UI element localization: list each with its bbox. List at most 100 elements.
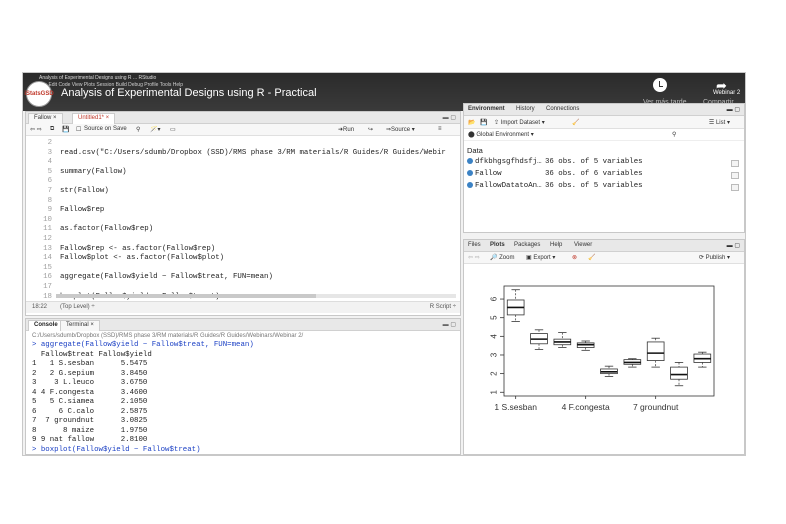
code-text[interactable]: summary(Fallow) [60, 168, 127, 176]
export-label: Export [533, 255, 551, 261]
code-text[interactable]: Fallow$plot <- as.factor(Fallow$plot) [60, 254, 224, 262]
line-number: 3 [47, 148, 52, 157]
code-line[interactable]: 2 [26, 139, 460, 149]
show-in-window-icon[interactable]: ⧉ [50, 126, 54, 133]
tab-console[interactable]: Console [28, 320, 64, 331]
files-minmax-icon[interactable]: ▬ ▢ [727, 242, 740, 249]
code-line[interactable]: 17 [26, 283, 460, 293]
tab-viewer[interactable]: Viewer [574, 242, 592, 248]
box-body [646, 341, 665, 361]
tab-environment[interactable]: Environment [468, 106, 505, 112]
clock-icon[interactable] [653, 78, 667, 92]
code-text[interactable]: str(Fallow) [60, 187, 109, 195]
source-button[interactable]: ⇒Source ▾ [386, 126, 415, 133]
tab-untitled1[interactable]: Untitled1* × [72, 113, 116, 124]
horizontal-scrollbar[interactable] [56, 294, 456, 298]
boxplot-chart: 1 2 3 4 5 6 1 S.sesban 4 F.congesta 7 groundnut [464, 268, 744, 454]
view-table-icon[interactable] [731, 160, 739, 167]
tab-packages[interactable]: Packages [514, 242, 540, 248]
zoom-button[interactable]: 🔎 Zoom [490, 254, 514, 261]
export-button[interactable]: ▣ Export ▾ [526, 254, 555, 261]
video-title[interactable]: Analysis of Experimental Designs using R… [61, 87, 317, 99]
publish-button[interactable]: ⟳ Publish ▾ [699, 254, 730, 261]
video-frame: Analysis of Experimental Designs using R… [0, 0, 786, 524]
console-command: > aggregate(Fallow$yield ~ Fallow$treat,… [32, 341, 254, 349]
code-line[interactable]: 11 as.factor(Fallow$rep) [26, 225, 460, 235]
save-workspace-icon[interactable]: 💾 [480, 119, 487, 126]
find-icon[interactable]: ⚲ [136, 126, 140, 133]
env-row-name: FallowDatatoAn… [475, 182, 542, 190]
code-editor[interactable]: 2 3 read.csv("C:/Users/sdumb/Dropbox (SSD)… [26, 137, 460, 310]
view-table-icon[interactable] [731, 184, 739, 191]
env-row-fallow[interactable]: Fallow 36 obs. of 6 variables [467, 170, 743, 181]
code-text[interactable]: Fallow$rep [60, 206, 104, 214]
code-text[interactable]: Fallow$rep <- as.factor(Fallow$rep) [60, 245, 215, 253]
code-line[interactable]: 9 Fallow$rep [26, 206, 460, 216]
code-line[interactable]: 7 str(Fallow) [26, 187, 460, 197]
code-text[interactable]: aggregate(Fallow$yield ~ Fallow$treat, F… [60, 273, 273, 281]
scope-selector[interactable]: (Top Level) ÷ [60, 304, 95, 310]
code-line[interactable]: 5 summary(Fallow) [26, 168, 460, 178]
channel-logo[interactable]: iStatsGSD [24, 81, 54, 107]
remove-plot-icon[interactable]: ⊗ [572, 254, 577, 261]
code-text[interactable]: as.factor(Fallow$rep) [60, 225, 153, 233]
code-line[interactable]: 8 [26, 197, 460, 207]
code-line[interactable]: 14 Fallow$plot <- as.factor(Fallow$plot) [26, 254, 460, 264]
code-line[interactable]: 13 Fallow$rep <- as.factor(Fallow$rep) [26, 245, 460, 255]
code-line[interactable]: 10 [26, 216, 460, 226]
list-view-button[interactable]: ☰ List ▾ [709, 119, 730, 126]
working-directory: C:/Users/sdumb/Dropbox (SSD)/RMS phase 3… [32, 333, 304, 339]
env-row-fallowdata[interactable]: FallowDatatoAn… 36 obs. of 5 variables [467, 182, 743, 193]
expand-icon[interactable] [467, 182, 473, 189]
tab-terminal[interactable]: Terminal × [60, 320, 100, 331]
env-search-icon[interactable]: ⚲ [672, 131, 676, 138]
line-number: 2 [47, 139, 52, 147]
compile-report-icon[interactable]: ▭ [170, 126, 176, 133]
source-toolbar: ⇦ ⇨ ⧉ 💾 ☐ Source on Save ⚲ 🪄▾ ▭ ➜Run ↪ ⇒… [26, 124, 460, 136]
code-line[interactable]: 6 [26, 177, 460, 187]
tab-help[interactable]: Help [550, 242, 562, 248]
code-line[interactable]: 3 read.csv("C:/Users/sdumb/Dropbox (SSD)/… [26, 149, 460, 159]
rerun-icon[interactable]: ↪ [368, 126, 373, 133]
open-icon[interactable]: 📂 [468, 119, 475, 126]
clear-plots-icon[interactable]: 🧹 [588, 254, 595, 261]
pane-minmax-icon[interactable]: ▬ ▢ [443, 114, 456, 121]
run-button[interactable]: ➜Run [338, 126, 354, 133]
clear-workspace-icon[interactable]: 🧹 [572, 119, 579, 126]
console-minmax-icon[interactable]: ▬ ▢ [443, 321, 456, 328]
view-table-icon[interactable] [731, 172, 739, 179]
source-on-save-checkbox[interactable]: ☐ [76, 126, 81, 133]
scroll-thumb[interactable] [56, 294, 316, 298]
tab-history[interactable]: History [516, 106, 535, 112]
tab-files[interactable]: Files [468, 242, 481, 248]
save-icon[interactable]: 💾 [62, 126, 69, 133]
code-text[interactable]: read.csv("C:/Users/sdumb/Dropbox (SSD)/R… [60, 149, 446, 157]
env-minmax-icon[interactable]: ▬ ▢ [727, 106, 740, 113]
file-type-selector[interactable]: R Script ÷ [430, 304, 456, 310]
console-output[interactable]: > aggregate(Fallow$yield ~ Fallow$treat,… [32, 341, 254, 455]
import-dataset-label: Import Dataset [500, 120, 541, 126]
expand-icon[interactable] [467, 170, 473, 177]
outline-icon[interactable]: ≡ [438, 126, 442, 132]
code-line[interactable]: 4 [26, 158, 460, 168]
code-line[interactable]: 12 [26, 235, 460, 245]
tab-plots[interactable]: Plots [490, 242, 505, 248]
code-line[interactable]: 16 aggregate(Fallow$yield ~ Fallow$treat,… [26, 273, 460, 283]
line-number: 13 [43, 244, 52, 253]
import-dataset-button[interactable]: ⇪ Import Dataset ▾ [494, 119, 545, 126]
line-number: 7 [47, 187, 52, 195]
line-number: 4 [47, 158, 52, 167]
global-env-dropdown[interactable]: ⬤ Global Environment ▾ [468, 131, 534, 138]
console-output-line: 2 2 G.sepium 3.8450 [32, 369, 148, 378]
box-body [670, 366, 688, 380]
tab-fallow[interactable]: Fallow × [28, 113, 63, 124]
prev-plot-icon[interactable]: ⇦ ⇨ [468, 254, 480, 261]
expand-icon[interactable] [467, 158, 473, 165]
code-tools-icon[interactable]: 🪄▾ [150, 126, 160, 133]
environment-tabs: Environment History Connections ▬ ▢ [464, 104, 744, 116]
cursor-position: 18:22 [32, 304, 48, 310]
tab-connections[interactable]: Connections [546, 106, 579, 112]
back-forward-icon[interactable]: ⇦ ⇨ [30, 126, 42, 133]
code-line[interactable]: 15 [26, 264, 460, 274]
env-row-dfkbh[interactable]: dfkbhgsgfhdsfj… 36 obs. of 5 variables [467, 158, 743, 169]
